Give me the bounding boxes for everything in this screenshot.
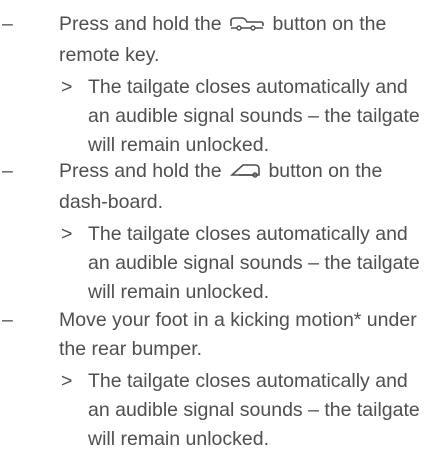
step-result: > The tailgate closes automatically and … [0, 367, 434, 454]
step-dashboard-button: – Press and hold the button on the dash-… [0, 157, 434, 307]
result-marker: > [61, 223, 73, 245]
step-result: > The tailgate closes automatically and … [0, 73, 434, 160]
result-text: The tailgate closes automatically and an… [88, 370, 420, 450]
step-remote-key: – Press and hold the button on the remot… [0, 10, 434, 160]
step-instruction: – Press and hold the button on the remot… [0, 10, 434, 70]
step-dash: – [2, 13, 13, 35]
step-dash: – [2, 160, 13, 182]
step-instruction: – Press and hold the button on the dash-… [0, 157, 434, 217]
step-text-before: Press and hold the [59, 160, 228, 182]
step-text: Press and hold the button on the dash-bo… [59, 157, 431, 217]
step-instruction: – Move your foot in a kicking motion* un… [0, 306, 434, 364]
result-marker: > [61, 76, 73, 98]
result-marker: > [61, 370, 73, 392]
step-dash: – [2, 309, 13, 331]
step-text-before: Press and hold the [59, 13, 228, 35]
step-text: Move your foot in a kicking motion* unde… [59, 309, 417, 360]
result-text: The tailgate closes automatically and an… [88, 76, 420, 156]
tailgate-dashboard-icon [229, 159, 261, 188]
instruction-page: – Press and hold the button on the remot… [0, 0, 442, 450]
step-result: > The tailgate closes automatically and … [0, 220, 434, 307]
tailgate-key-icon [229, 12, 265, 41]
step-text: Press and hold the button on the remote … [59, 10, 431, 70]
result-text: The tailgate closes automatically and an… [88, 223, 420, 303]
